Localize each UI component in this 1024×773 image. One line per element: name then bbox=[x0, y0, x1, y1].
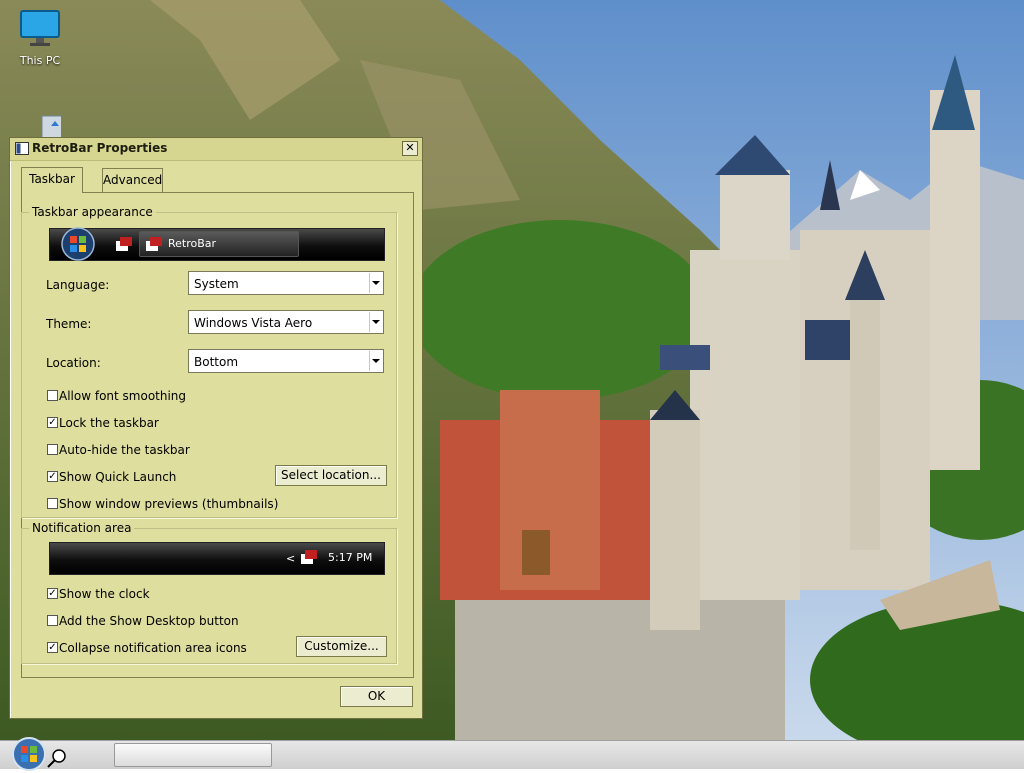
lock-taskbar-checkbox[interactable]: ✓ bbox=[47, 417, 58, 428]
allow-font-smoothing-label[interactable]: Allow font smoothing bbox=[59, 389, 186, 403]
title-bar[interactable]: RetroBar Properties ✕ bbox=[10, 138, 422, 161]
window-icon bbox=[15, 142, 29, 155]
show-quick-launch-label[interactable]: Show Quick Launch bbox=[59, 470, 176, 484]
close-button[interactable]: ✕ bbox=[402, 141, 418, 156]
recycle-bin-icon bbox=[41, 115, 75, 141]
show-desktop-button-label[interactable]: Add the Show Desktop button bbox=[59, 614, 239, 628]
notification-area-preview: < 5:17 PM bbox=[49, 542, 385, 575]
window-previews-checkbox[interactable] bbox=[47, 498, 58, 509]
desktop-icon-label: This PC bbox=[19, 54, 61, 67]
window-previews-label[interactable]: Show window previews (thumbnails) bbox=[59, 497, 278, 511]
chevron-down-icon[interactable] bbox=[369, 351, 382, 371]
start-orb-icon[interactable] bbox=[10, 735, 48, 773]
quick-launch-icon bbox=[116, 237, 132, 251]
theme-select[interactable]: Windows Vista Aero bbox=[188, 310, 384, 334]
show-quick-launch-checkbox[interactable]: ✓ bbox=[47, 471, 58, 482]
collapse-tray-icons-label[interactable]: Collapse notification area icons bbox=[59, 641, 247, 655]
chevron-down-icon[interactable] bbox=[369, 312, 382, 332]
show-clock-label[interactable]: Show the clock bbox=[59, 587, 150, 601]
lock-taskbar-label[interactable]: Lock the taskbar bbox=[59, 416, 159, 430]
chevron-down-icon[interactable] bbox=[369, 273, 382, 293]
tray-expand-arrow: < bbox=[286, 552, 296, 565]
tab-taskbar[interactable]: Taskbar bbox=[21, 167, 83, 193]
location-label: Location: bbox=[46, 356, 101, 370]
auto-hide-checkbox[interactable] bbox=[47, 444, 58, 455]
customize-button[interactable]: Customize... bbox=[296, 636, 387, 657]
group-title: Taskbar appearance bbox=[29, 205, 156, 219]
allow-font-smoothing-checkbox[interactable] bbox=[47, 390, 58, 401]
start-orb-icon bbox=[61, 227, 95, 261]
show-clock-checkbox[interactable]: ✓ bbox=[47, 588, 58, 599]
desktop-icon-this-pc[interactable]: This PC bbox=[0, 8, 80, 67]
window-title: RetroBar Properties bbox=[32, 141, 168, 155]
select-location-button[interactable]: Select location... bbox=[275, 465, 387, 486]
ok-button[interactable]: OK bbox=[340, 686, 413, 707]
tab-advanced[interactable]: Advanced bbox=[102, 168, 163, 192]
auto-hide-label[interactable]: Auto-hide the taskbar bbox=[59, 443, 190, 457]
preview-task-button: RetroBar bbox=[139, 231, 299, 257]
location-value: Bottom bbox=[194, 355, 239, 369]
mouse-cursor-icon bbox=[47, 749, 66, 768]
preview-clock: 5:17 PM bbox=[328, 551, 373, 564]
language-value: System bbox=[194, 277, 239, 291]
taskbar-window-button[interactable] bbox=[114, 743, 272, 767]
show-desktop-button-checkbox[interactable] bbox=[47, 615, 58, 626]
monitor-icon bbox=[20, 10, 60, 46]
collapse-tray-icons-checkbox[interactable]: ✓ bbox=[47, 642, 58, 653]
language-select[interactable]: System bbox=[188, 271, 384, 295]
group-title: Notification area bbox=[29, 521, 135, 535]
retrobar-icon bbox=[146, 237, 162, 251]
preview-task-label: RetroBar bbox=[168, 237, 217, 250]
taskbar-preview: RetroBar bbox=[49, 227, 385, 261]
language-label: Language: bbox=[46, 278, 110, 292]
system-taskbar bbox=[0, 737, 1024, 771]
theme-value: Windows Vista Aero bbox=[194, 316, 313, 330]
location-select[interactable]: Bottom bbox=[188, 349, 384, 373]
theme-label: Theme: bbox=[46, 317, 92, 331]
tray-retrobar-icon bbox=[301, 550, 317, 564]
